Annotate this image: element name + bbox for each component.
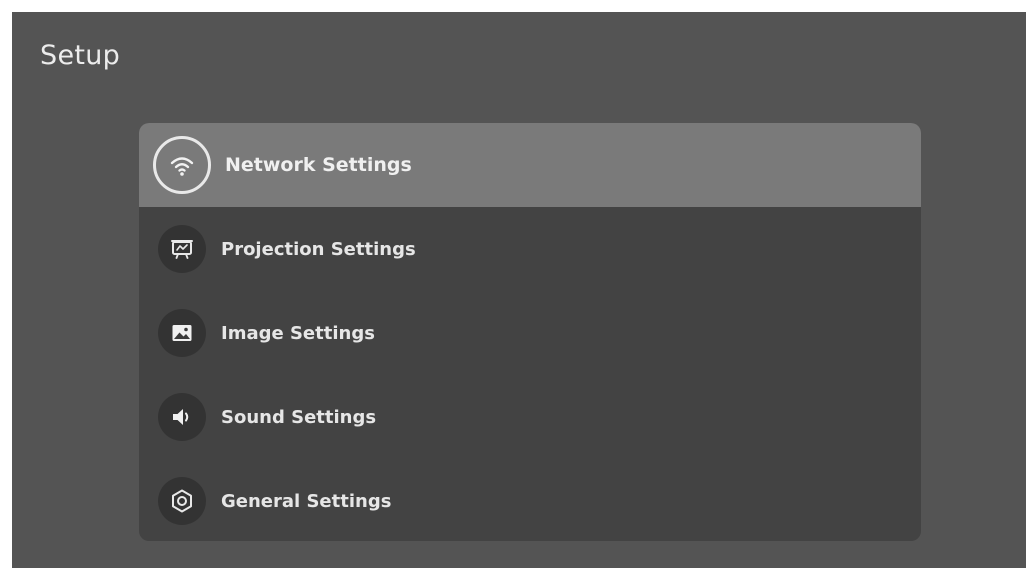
wifi-icon bbox=[153, 136, 211, 194]
projector-screen-icon bbox=[158, 225, 206, 273]
settings-menu: Network Settings Projection Settings Ima… bbox=[139, 123, 921, 541]
menu-item-projection-settings[interactable]: Projection Settings bbox=[139, 207, 921, 291]
menu-item-label: Network Settings bbox=[225, 154, 412, 176]
gear-icon bbox=[158, 477, 206, 525]
menu-item-network-settings[interactable]: Network Settings bbox=[139, 123, 921, 207]
setup-screen: Setup Network Settings Projection Settin… bbox=[12, 12, 1026, 568]
menu-item-label: General Settings bbox=[221, 490, 392, 512]
menu-item-image-settings[interactable]: Image Settings bbox=[139, 291, 921, 375]
image-icon bbox=[158, 309, 206, 357]
speaker-icon bbox=[158, 393, 206, 441]
menu-item-general-settings[interactable]: General Settings bbox=[139, 459, 921, 541]
menu-item-label: Projection Settings bbox=[221, 238, 416, 260]
menu-item-label: Image Settings bbox=[221, 322, 375, 344]
menu-item-sound-settings[interactable]: Sound Settings bbox=[139, 375, 921, 459]
page-title: Setup bbox=[40, 40, 121, 71]
menu-item-label: Sound Settings bbox=[221, 406, 377, 428]
